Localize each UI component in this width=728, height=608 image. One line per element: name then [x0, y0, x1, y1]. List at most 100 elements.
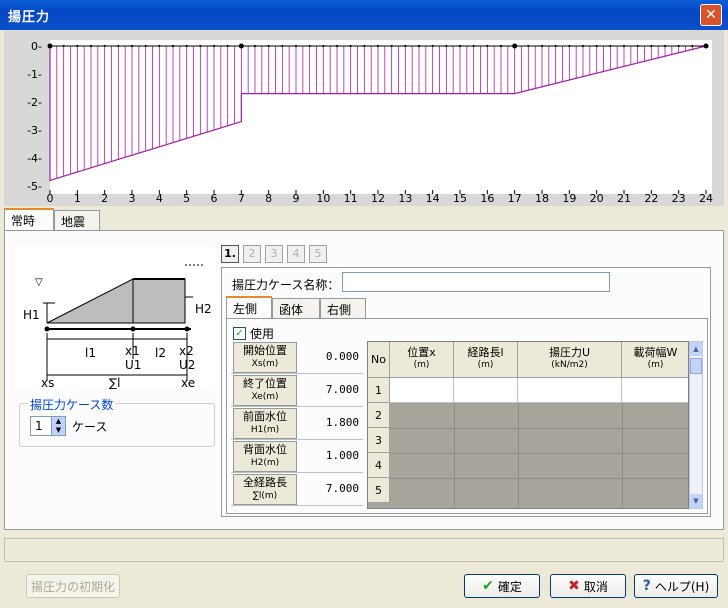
param-label: 全経路長 ∑l(m): [233, 474, 297, 505]
grid-point: [581, 44, 585, 48]
l1-label: l1: [85, 346, 96, 360]
grid-point: [171, 44, 175, 48]
h1-label: H1: [23, 308, 40, 322]
grid-row-header[interactable]: 5: [368, 478, 390, 503]
scroll-down-icon[interactable]: ▼: [690, 494, 702, 508]
use-checkbox[interactable]: ✓ 使用: [233, 325, 274, 342]
grid-point: [472, 44, 475, 48]
tab-left-side[interactable]: 左側: [226, 296, 272, 318]
param-row: 終了位置 Xe(m) 7.000: [231, 374, 363, 407]
grid-row-header[interactable]: 2: [368, 403, 390, 428]
grid-cell[interactable]: [390, 378, 454, 403]
tab-left-side-label: 左側: [233, 302, 258, 316]
case-name-label: 揚圧力ケース名称：: [232, 278, 340, 292]
uplift-chart: 0- -1- -2- -3- -4- -5- 0 1 2 3 4 5 6 7 8 9 10 11 12 13 14 15 1…: [4, 30, 724, 206]
case-count-unit: ケース: [72, 420, 108, 434]
grid-divider: [390, 428, 688, 429]
grid-cell[interactable]: [454, 378, 518, 403]
tab-right-side[interactable]: 右側: [320, 298, 366, 318]
grid-point: [117, 44, 120, 48]
spinner-arrows-icon[interactable]: ▲ ▼: [51, 417, 65, 435]
grid-point: [568, 44, 571, 48]
grid-point: [130, 44, 134, 48]
scroll-thumb[interactable]: [690, 358, 702, 374]
grid-point: [663, 44, 667, 48]
xe-label: xe: [181, 376, 195, 389]
y-tick-label: -2-: [27, 96, 42, 109]
grid-divider: [622, 403, 623, 508]
sum-label: ∑l: [109, 376, 120, 389]
status-bar: [4, 538, 724, 562]
grid-point: [308, 44, 311, 48]
param-value[interactable]: 1.800: [326, 416, 359, 429]
grid-point: [650, 44, 653, 48]
reset-uplift-button[interactable]: 揚圧力の初期化: [26, 574, 120, 598]
close-button[interactable]: ✕: [700, 4, 722, 26]
grid-point: [609, 44, 612, 48]
cancel-button[interactable]: ✖ 取消: [550, 574, 626, 598]
grid-point: [691, 44, 694, 48]
case-name-input[interactable]: [342, 272, 610, 292]
grid-divider: [390, 453, 688, 454]
grid-point: [622, 44, 626, 48]
grid-scrollbar[interactable]: ▲ ▼: [689, 341, 703, 509]
param-value[interactable]: 1.000: [326, 449, 359, 462]
main-panel: ▽ H1 H2 l1 l2 x1 x2 U1 U2 xs ∑l xe 揚圧力ケー…: [4, 230, 724, 530]
tab-seismic[interactable]: 地震時: [54, 210, 100, 246]
side-tabs: 左側 函体 右側: [226, 296, 706, 318]
case-tab-3[interactable]: 3: [265, 245, 283, 263]
help-button[interactable]: ? ヘルプ(H): [634, 574, 718, 598]
checkmark-icon: ✔: [482, 578, 494, 594]
grid-cell[interactable]: [622, 378, 688, 403]
param-row: 全経路長 ∑l(m) 7.000: [231, 473, 363, 506]
param-value[interactable]: 7.000: [326, 482, 359, 495]
node-marker: [47, 43, 53, 49]
grid-point: [240, 44, 243, 48]
tab-box-body-label: 函体: [279, 303, 304, 317]
case-tab-1[interactable]: 1.: [221, 245, 239, 263]
cross-icon: ✖: [568, 578, 580, 594]
x2-label: x2: [179, 344, 194, 358]
uplift-diagram: ▽ H1 H2 l1 l2 x1 x2 U1 U2 xs ∑l xe: [15, 247, 215, 390]
case-tab-5[interactable]: 5: [309, 245, 327, 263]
grid-point: [404, 44, 407, 48]
grid-point: [527, 44, 530, 48]
grid-point: [185, 44, 188, 48]
close-icon: ✕: [705, 7, 717, 23]
grid-point: [294, 44, 298, 48]
param-value[interactable]: 7.000: [326, 383, 359, 396]
grid-row-header[interactable]: 3: [368, 428, 390, 453]
mode-tabs: 常時 地震時: [4, 208, 724, 246]
y-tick-label: -5-: [27, 180, 42, 193]
grid-header-load-width: 載荷幅W (m): [622, 342, 688, 378]
h2-label: H2: [195, 302, 212, 316]
case-tab-2[interactable]: 2: [243, 245, 261, 263]
u2-label: U2: [179, 358, 195, 372]
case-count-spinner[interactable]: 1 ▲ ▼: [30, 416, 66, 436]
ok-button[interactable]: ✔ 確定: [464, 574, 540, 598]
window-title: 揚圧力: [8, 10, 51, 25]
grid-point: [417, 44, 421, 48]
grid-point: [540, 44, 544, 48]
grid-point: [595, 44, 598, 48]
scroll-up-icon[interactable]: ▲: [690, 342, 702, 356]
grid-point: [322, 44, 325, 48]
param-value[interactable]: 0.000: [326, 350, 359, 363]
plot-area: [50, 40, 712, 194]
tab-box-body[interactable]: 函体: [272, 298, 320, 318]
grid-point: [376, 44, 380, 48]
grid-cell[interactable]: [518, 378, 622, 403]
grid-point: [431, 44, 434, 48]
grid-row-header[interactable]: 1: [368, 378, 390, 403]
grid-point: [103, 44, 106, 48]
grid-point: [499, 44, 503, 48]
grid-row-header[interactable]: 4: [368, 453, 390, 478]
grid-point: [335, 44, 339, 48]
param-label: 前面水位 H1(m): [233, 408, 297, 439]
case-tab-4[interactable]: 4: [287, 245, 305, 263]
grid-point: [226, 44, 229, 48]
param-label: 開始位置 Xs(m): [233, 342, 297, 373]
tab-normal[interactable]: 常時: [4, 208, 54, 230]
grid-point: [158, 44, 161, 48]
help-label: ヘルプ(H): [654, 579, 710, 594]
